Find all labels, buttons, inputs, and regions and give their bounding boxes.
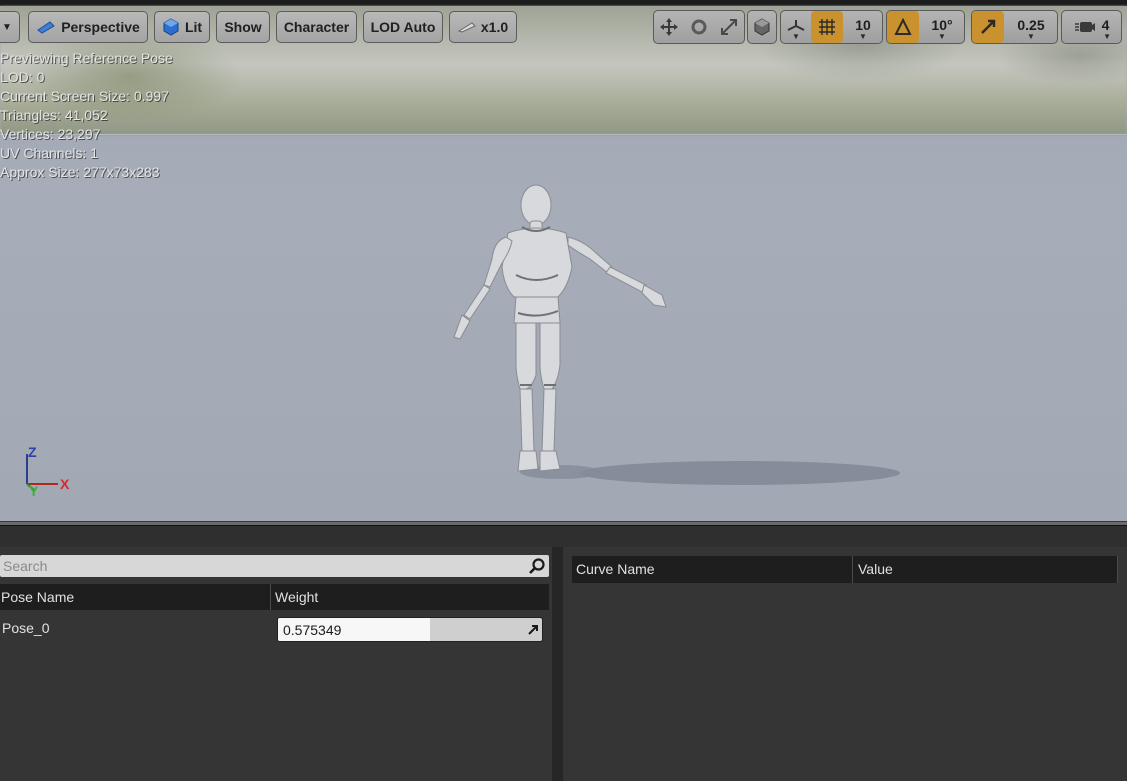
stat-uv-channels: UV Channels: 1	[0, 145, 99, 161]
grid-snap-value[interactable]: 10 ▼	[843, 11, 883, 43]
rotation-snap-group: 10° ▼	[886, 10, 965, 44]
camera-speed-cell: 4 ▼	[1062, 11, 1121, 43]
view-mode-button[interactable]: Lit	[154, 11, 210, 43]
axis-y-label: Y	[29, 483, 39, 499]
column-header-weight[interactable]: Weight	[274, 584, 549, 610]
lit-label: Lit	[184, 19, 203, 35]
camera-view-icon	[37, 21, 55, 34]
chevron-down-icon: ▼	[938, 32, 946, 41]
camera-speed-label: 4	[1101, 17, 1110, 33]
camera-speed-button[interactable]: 4 ▼	[1061, 10, 1122, 44]
scale-tool[interactable]	[714, 11, 744, 43]
viewport-options-button[interactable]: ▼	[0, 11, 20, 43]
rotate-tool[interactable]	[684, 11, 714, 43]
panel-tab-strip	[0, 525, 1127, 547]
chevron-down-icon: ▼	[1103, 32, 1111, 41]
character-button[interactable]: Character	[276, 11, 357, 43]
playback-speed-button[interactable]: x1.0	[449, 11, 517, 43]
chevron-down-icon: ▼	[859, 32, 867, 41]
scale-snap-value[interactable]: 0.25 ▼	[1004, 11, 1058, 43]
character-mannequin[interactable]	[440, 175, 920, 495]
stat-approx-size: Approx Size: 277x73x283	[0, 164, 160, 180]
weight-value: 0.575349	[283, 622, 342, 638]
table-row[interactable]: Pose_0 0.575349	[0, 614, 552, 644]
stat-preview-mode: Previewing Reference Pose	[0, 50, 173, 66]
surface-snap-toggle[interactable]: ▼	[781, 11, 811, 43]
angle-icon	[894, 18, 912, 35]
search-input[interactable]	[0, 555, 520, 577]
pose-search-box	[0, 555, 549, 577]
lod-label: LOD Auto	[370, 19, 436, 35]
grid-snap-group: ▼ 10 ▼	[780, 10, 883, 44]
move-arrows-icon	[660, 18, 678, 36]
scale-snap-icon	[981, 19, 996, 34]
perspective-button[interactable]: Perspective	[28, 11, 148, 43]
curve-panel: Curve Name Value	[563, 547, 1127, 781]
resize-icon[interactable]	[526, 623, 540, 637]
search-icon[interactable]	[528, 557, 546, 575]
grid-snap-toggle[interactable]	[811, 11, 843, 43]
axis-gizmo: Z X Y	[20, 444, 80, 501]
column-header-curve-name[interactable]: Curve Name	[576, 556, 846, 583]
character-label: Character	[283, 19, 350, 35]
chevron-down-icon: ▼	[2, 21, 12, 33]
camera-speed-icon	[1074, 22, 1095, 32]
cube-icon	[754, 18, 770, 36]
show-button[interactable]: Show	[216, 11, 270, 43]
scale-snap-toggle[interactable]	[972, 11, 1004, 43]
pose-table-header: Pose Name Weight	[0, 584, 549, 610]
panel-gap	[552, 547, 563, 781]
axis-z-label: Z	[28, 444, 37, 460]
curve-table-header: Curve Name Value	[572, 556, 1118, 583]
transform-tools	[653, 10, 745, 44]
weight-slider[interactable]: 0.575349	[277, 617, 543, 642]
character-shadow	[580, 461, 900, 485]
show-label: Show	[224, 19, 262, 35]
column-divider[interactable]	[1117, 556, 1118, 583]
world-space-cell	[748, 11, 776, 43]
speed-label: x1.0	[480, 19, 509, 35]
lit-sphere-icon	[163, 18, 179, 36]
axis-x-label: X	[60, 476, 70, 492]
column-header-value[interactable]: Value	[858, 556, 1108, 583]
speed-icon	[457, 22, 476, 33]
rotate-icon	[691, 19, 707, 35]
rotation-snap-value[interactable]: 10° ▼	[919, 11, 965, 43]
translate-tool[interactable]	[654, 11, 684, 43]
column-divider[interactable]	[270, 584, 271, 610]
viewport-stats: Previewing Reference Pose LOD: 0 Current…	[0, 49, 173, 182]
column-divider[interactable]	[852, 556, 853, 583]
scale-snap-label: 0.25	[1017, 17, 1045, 33]
pose-name: Pose_0	[2, 620, 50, 636]
stat-vertices: Vertices: 23,297	[0, 126, 101, 142]
rotation-snap-label: 10°	[931, 17, 953, 33]
stat-triangles: Triangles: 41,052	[0, 107, 108, 123]
perspective-label: Perspective	[61, 19, 140, 35]
grid-snap-label: 10	[855, 17, 871, 33]
scale-arrows-icon	[721, 19, 737, 35]
stat-lod: LOD: 0	[0, 69, 45, 85]
grid-icon	[819, 19, 835, 35]
chevron-down-icon: ▼	[1027, 32, 1035, 41]
rotation-snap-toggle[interactable]	[887, 11, 919, 43]
column-header-pose-name[interactable]: Pose Name	[0, 584, 270, 610]
pose-panel: Pose Name Weight Pose_0 0.575349	[0, 547, 552, 781]
scale-snap-group: 0.25 ▼	[971, 10, 1058, 44]
preview-viewport[interactable]: Previewing Reference Pose LOD: 0 Current…	[0, 0, 1127, 521]
lod-button[interactable]: LOD Auto	[363, 11, 443, 43]
coordinate-space-button[interactable]	[747, 10, 777, 44]
stat-screen-size: Current Screen Size: 0.997	[0, 88, 169, 104]
chevron-down-icon: ▼	[792, 32, 800, 41]
